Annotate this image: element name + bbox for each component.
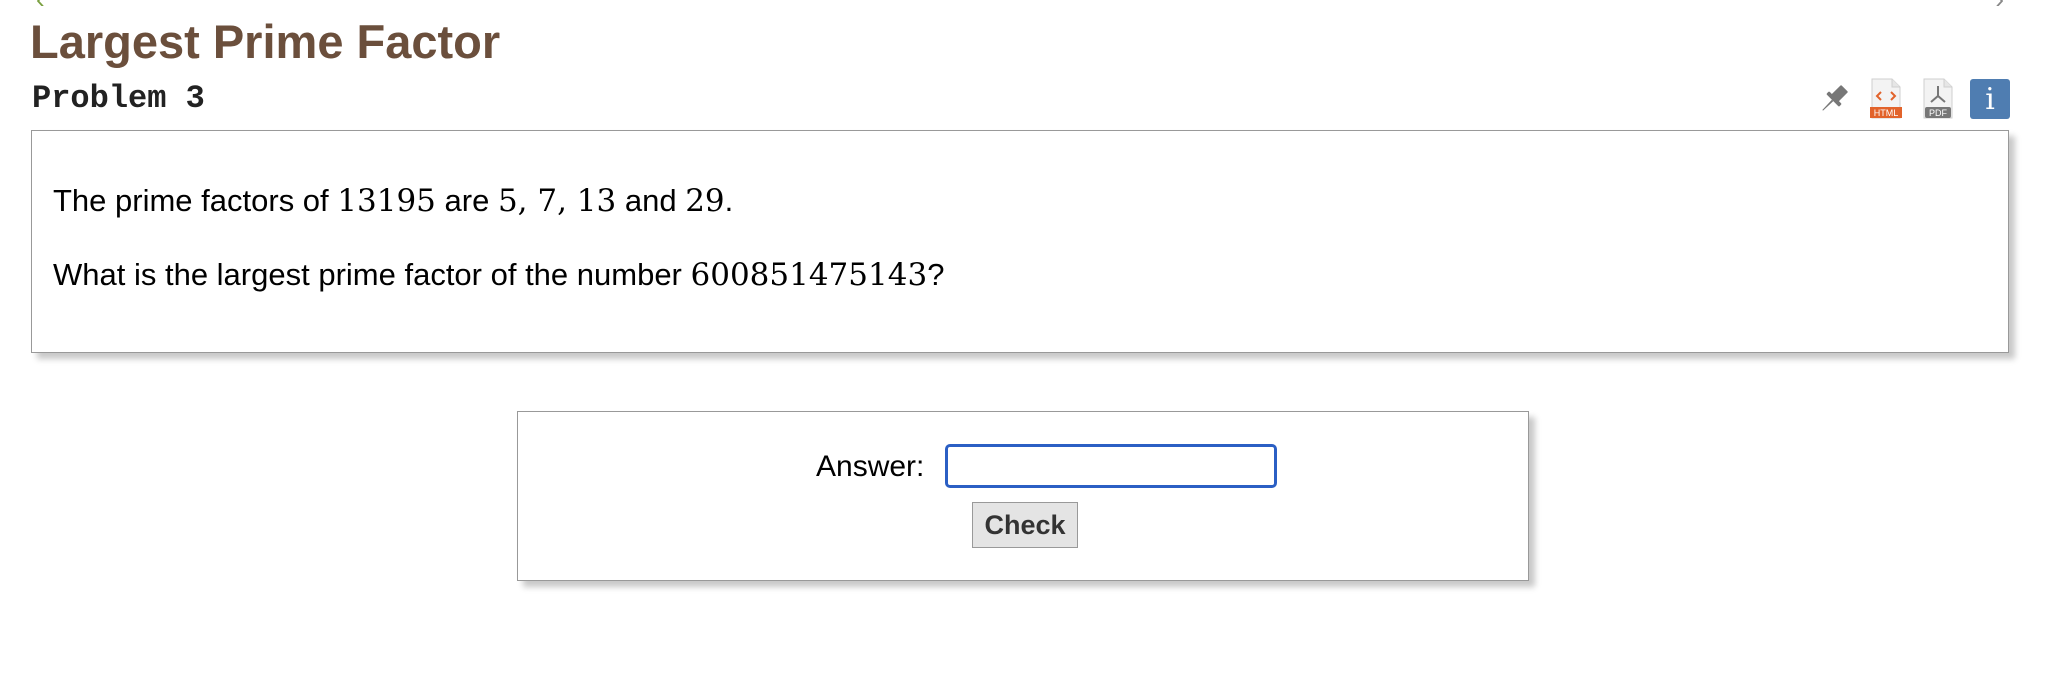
line1-mid: are xyxy=(435,183,498,218)
page-title: Largest Prime Factor xyxy=(30,15,501,68)
problem-line-2: What is the largest prime factor of the … xyxy=(53,257,944,293)
check-button[interactable]: Check xyxy=(972,502,1078,548)
previous-arrow-icon[interactable]: ‹ xyxy=(36,0,45,12)
toolbar-icons: HTML PDF i xyxy=(1814,78,2010,120)
line1-prefix: The prime factors of xyxy=(53,183,338,218)
html-badge-text: HTML xyxy=(1874,108,1899,118)
next-arrow-icon[interactable]: › xyxy=(1995,0,2004,12)
example-last-factor: 29 xyxy=(685,183,725,219)
line1-end: . xyxy=(724,183,734,218)
line2-end: ? xyxy=(927,257,945,292)
problem-content: The prime factors of 13195 are 5, 7, 13 … xyxy=(31,130,2009,353)
page: ‹ › Largest Prime Factor Problem 3 HTML xyxy=(0,0,2052,690)
answer-input[interactable] xyxy=(945,444,1277,488)
answer-form: Answer: Check xyxy=(517,411,1529,581)
pdf-icon[interactable]: PDF xyxy=(1918,78,1958,120)
example-factors: 5, 7, 13 xyxy=(497,183,617,219)
pdf-badge-text: PDF xyxy=(1929,108,1948,118)
line1-and: and xyxy=(616,183,686,218)
example-number: 13195 xyxy=(337,183,436,219)
info-badge: i xyxy=(1970,79,2010,119)
problem-line-1: The prime factors of 13195 are 5, 7, 13 … xyxy=(53,183,733,219)
html-icon[interactable]: HTML xyxy=(1866,78,1906,120)
line2-prefix: What is the largest prime factor of the … xyxy=(53,257,691,292)
info-icon[interactable]: i xyxy=(1970,78,2010,120)
problem-number: Problem 3 xyxy=(32,80,205,117)
target-number: 600851475143 xyxy=(690,257,928,293)
answer-label: Answer: xyxy=(816,450,925,483)
pin-icon[interactable] xyxy=(1814,78,1854,120)
